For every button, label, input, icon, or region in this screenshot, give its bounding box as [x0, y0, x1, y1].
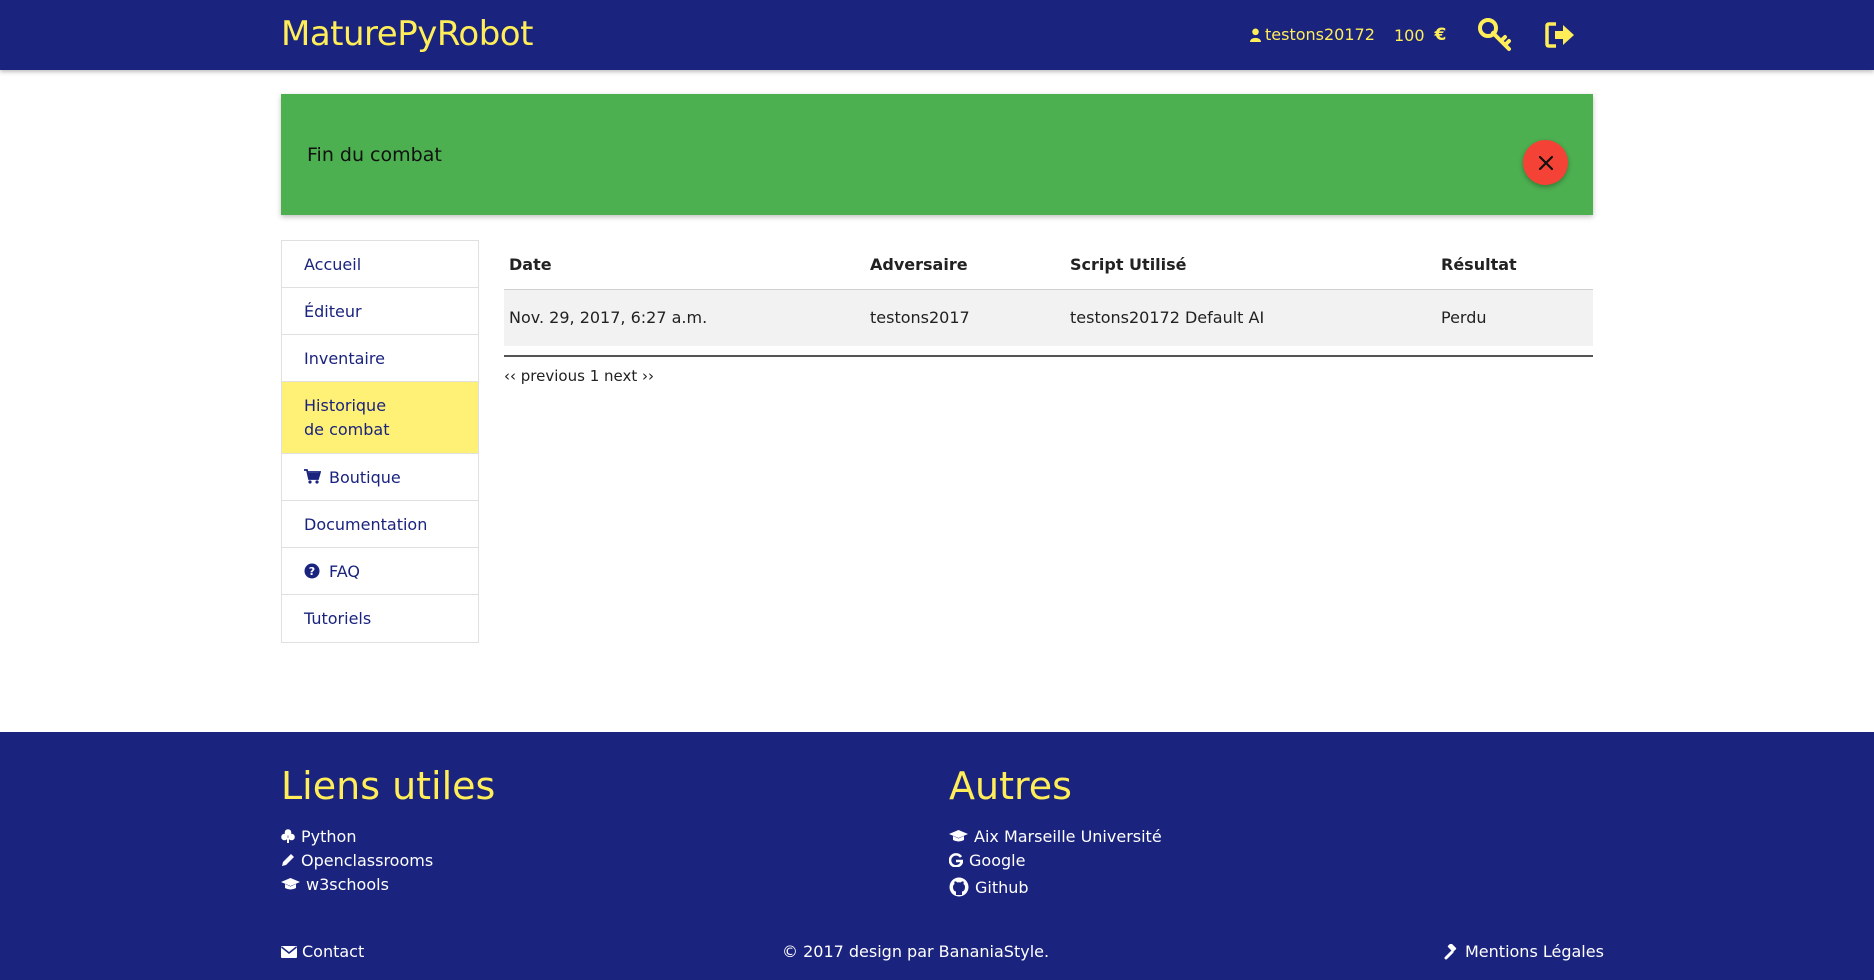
graduation-cap-icon — [949, 830, 968, 842]
useful-links-list: Python Openclassrooms w3schools — [281, 824, 433, 896]
result-alert: Fin du combat — [281, 94, 1593, 215]
currency-symbol: € — [1434, 25, 1447, 45]
footer-link-amu[interactable]: Aix Marseille Université — [949, 824, 1162, 848]
sidebar-item-label: Historique de combat — [304, 395, 390, 439]
others-links-list: Aix Marseille Université Google Github — [949, 824, 1162, 902]
user-link[interactable]: testons20172 — [1250, 25, 1375, 44]
sidebar-item-historique[interactable]: Historique de combat — [282, 382, 478, 454]
sidebar-nav: Accueil Éditeur Inventaire Historique de… — [281, 240, 479, 643]
footer-link-label: Google — [969, 850, 1026, 870]
footer-link-github[interactable]: Github — [949, 872, 1162, 902]
envelope-icon — [281, 945, 297, 958]
sidebar-item-label: Éditeur — [304, 301, 362, 321]
question-circle-icon: ? — [304, 563, 321, 580]
brand-logo[interactable]: MaturePyRobot — [281, 14, 533, 54]
legal-label: Mentions Légales — [1465, 942, 1604, 961]
svg-text:?: ? — [309, 565, 315, 578]
user-icon — [1250, 28, 1261, 42]
cart-icon — [304, 468, 321, 486]
column-header-date: Date — [504, 240, 865, 290]
gavel-icon — [1444, 943, 1457, 959]
footer-link-python[interactable]: Python — [281, 824, 433, 848]
graduation-cap-icon — [281, 878, 300, 890]
footer-link-label: Python — [301, 826, 357, 846]
cell-date: Nov. 29, 2017, 6:27 a.m. — [504, 289, 865, 346]
google-icon — [949, 853, 963, 867]
footer-link-label: w3schools — [306, 874, 389, 894]
sidebar-item-label: Inventaire — [304, 348, 385, 368]
cell-resultat: Perdu — [1436, 289, 1593, 346]
sidebar-item-boutique[interactable]: Boutique — [282, 454, 478, 501]
contact-link[interactable]: Contact — [281, 942, 364, 961]
sidebar-item-inventaire[interactable]: Inventaire — [282, 335, 478, 382]
pencil-icon — [282, 854, 294, 866]
footer: Liens utiles Python Openclassrooms w3sch… — [0, 732, 1874, 980]
column-header-resultat: Résultat — [1436, 240, 1593, 290]
sidebar-item-documentation[interactable]: Documentation — [282, 501, 478, 548]
key-icon[interactable] — [1478, 18, 1512, 52]
next-page-link[interactable]: next ›› — [604, 367, 654, 385]
footer-link-google[interactable]: Google — [949, 848, 1162, 872]
combat-history-table: Date Adversaire Script Utilisé Résultat … — [504, 240, 1593, 346]
close-icon — [1538, 155, 1553, 170]
alert-close-button[interactable] — [1523, 140, 1568, 185]
footer-link-label: Github — [975, 877, 1029, 897]
footer-link-openclassrooms[interactable]: Openclassrooms — [281, 848, 433, 872]
alert-message: Fin du combat — [307, 144, 442, 166]
footer-link-label: Openclassrooms — [301, 850, 434, 870]
table-row[interactable]: Nov. 29, 2017, 6:27 a.m. testons2017 tes… — [504, 289, 1593, 346]
column-header-script: Script Utilisé — [1065, 240, 1436, 290]
top-navbar: MaturePyRobot testons20172 100 € — [0, 0, 1874, 70]
footer-link-label: Aix Marseille Université — [974, 826, 1162, 846]
table-header-row: Date Adversaire Script Utilisé Résultat — [504, 240, 1593, 290]
useful-links-title: Liens utiles — [281, 764, 496, 808]
previous-page-link[interactable]: ‹‹ previous — [504, 367, 585, 385]
money-display: 100 € — [1394, 25, 1446, 45]
username-label: testons20172 — [1265, 25, 1375, 44]
pagination: ‹‹ previous 1 next ›› — [504, 367, 654, 385]
column-header-adversaire: Adversaire — [865, 240, 1065, 290]
sidebar-item-label: Accueil — [304, 254, 362, 274]
sidebar-item-label: Boutique — [329, 467, 401, 487]
contact-label: Contact — [302, 942, 365, 961]
sidebar-item-tutoriels[interactable]: Tutoriels — [282, 595, 478, 642]
sidebar-item-label: FAQ — [329, 561, 360, 581]
sidebar-item-label: Documentation — [304, 514, 428, 534]
others-title: Autres — [949, 764, 1072, 808]
money-amount: 100 — [1394, 25, 1425, 45]
current-page-number: 1 — [589, 367, 600, 385]
python-icon — [281, 829, 295, 843]
github-icon — [949, 877, 969, 897]
sidebar-item-accueil[interactable]: Accueil — [282, 241, 478, 288]
combat-history: Date Adversaire Script Utilisé Résultat … — [504, 240, 1593, 385]
logout-icon[interactable] — [1544, 19, 1576, 51]
cell-script: testons20172 Default AI — [1065, 289, 1436, 346]
copyright-text: © 2017 design par BananiaStyle. — [782, 942, 1050, 961]
sidebar-item-label: Tutoriels — [304, 609, 372, 628]
footer-link-w3schools[interactable]: w3schools — [281, 872, 433, 896]
legal-link[interactable]: Mentions Légales — [1444, 942, 1604, 961]
cell-adversaire: testons2017 — [865, 289, 1065, 346]
sidebar-item-editeur[interactable]: Éditeur — [282, 288, 478, 335]
sidebar-item-faq[interactable]: ? FAQ — [282, 548, 478, 595]
table-divider — [504, 355, 1593, 357]
